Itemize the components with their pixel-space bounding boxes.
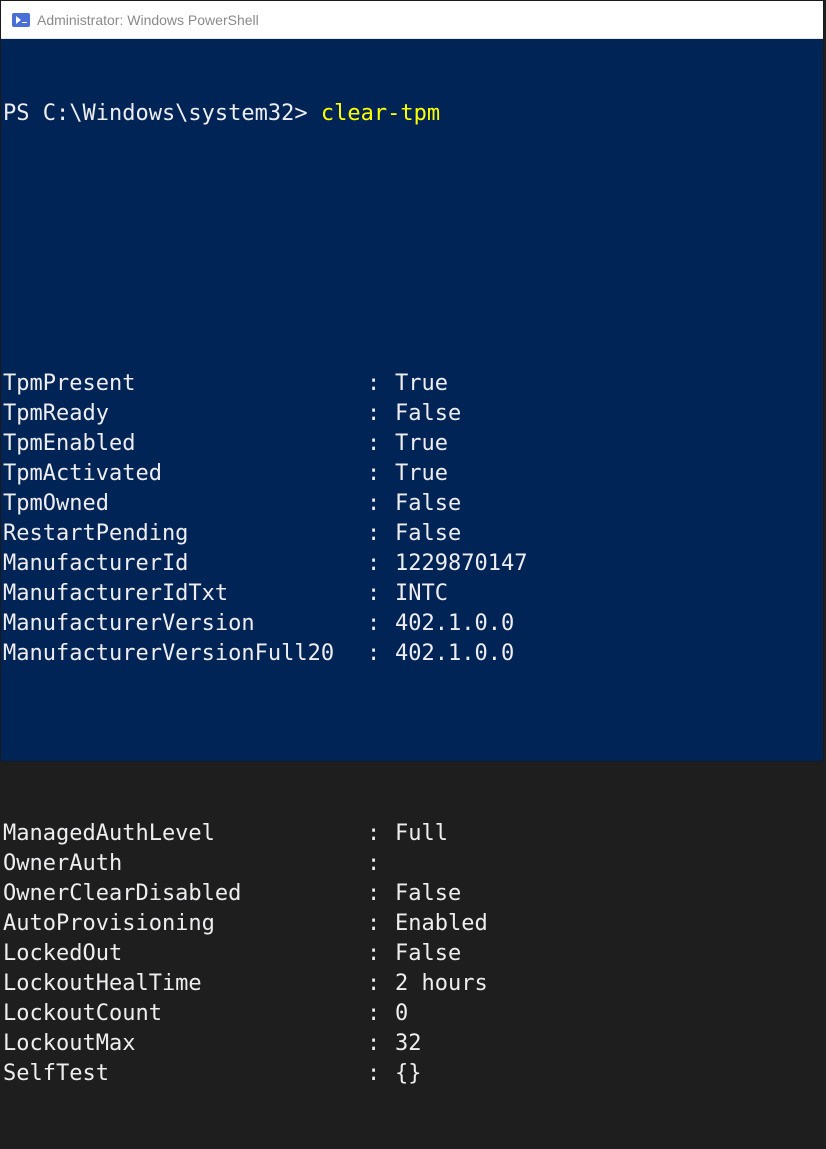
output-group-1: TpmPresent: True TpmReady: False TpmEnable…	[3, 369, 823, 669]
property-value: Full	[395, 821, 448, 846]
property-name: TpmOwned	[3, 491, 109, 516]
property-value: 402.1.0.0	[395, 641, 515, 666]
property-name: OwnerAuth	[3, 851, 123, 876]
property-value: 32	[395, 1031, 422, 1056]
console-output[interactable]: PS C:\Windows\system32> clear-tpm TpmPre…	[1, 39, 823, 1149]
property-separator: :	[367, 941, 394, 966]
property-value: True	[395, 431, 448, 456]
property-separator: :	[367, 881, 394, 906]
property-separator: :	[367, 461, 394, 486]
property-row: LockoutHealTime: 2 hours	[3, 969, 823, 999]
title-bar[interactable]: Administrator: Windows PowerShell	[1, 1, 823, 39]
property-row: LockedOut: False	[3, 939, 823, 969]
property-name: SelfTest	[3, 1061, 109, 1086]
property-separator: :	[367, 641, 394, 666]
output-group-2: ManagedAuthLevel: Full OwnerAuth: OwnerCl…	[3, 819, 823, 1089]
property-separator: :	[367, 551, 394, 576]
property-value: True	[395, 371, 448, 396]
property-value: INTC	[395, 581, 448, 606]
property-name: TpmPresent	[3, 371, 136, 396]
property-row: SelfTest: {}	[3, 1059, 823, 1089]
property-separator: :	[367, 1031, 394, 1056]
property-value: {}	[395, 1061, 422, 1086]
property-name: OwnerClearDisabled	[3, 881, 242, 906]
property-row: ManufacturerId: 1229870147	[3, 549, 823, 579]
property-separator: :	[367, 521, 394, 546]
property-row: TpmPresent: True	[3, 369, 823, 399]
property-row: TpmOwned: False	[3, 489, 823, 519]
property-value: False	[395, 401, 462, 426]
property-row: TpmReady: False	[3, 399, 823, 429]
property-name: ManufacturerId	[3, 551, 189, 576]
window-title: Administrator: Windows PowerShell	[37, 11, 259, 28]
property-name: AutoProvisioning	[3, 911, 215, 936]
property-row: RestartPending: False	[3, 519, 823, 549]
property-value: 1229870147	[395, 551, 528, 576]
property-separator: :	[367, 431, 394, 456]
property-separator: :	[367, 1061, 394, 1086]
property-separator: :	[367, 851, 394, 876]
property-name: LockoutMax	[3, 1031, 136, 1056]
prompt-path: PS C:\Windows\system32>	[3, 101, 321, 126]
property-name: TpmReady	[3, 401, 109, 426]
property-row: OwnerClearDisabled: False	[3, 879, 823, 909]
property-separator: :	[367, 581, 394, 606]
property-separator: :	[367, 1001, 394, 1026]
property-row: TpmActivated: True	[3, 459, 823, 489]
property-value: 0	[395, 1001, 409, 1026]
property-value: Enabled	[395, 911, 488, 936]
property-separator: :	[367, 401, 394, 426]
prompt-line: PS C:\Windows\system32> clear-tpm	[3, 99, 823, 129]
property-separator: :	[367, 911, 394, 936]
property-value: True	[395, 461, 448, 486]
property-name: RestartPending	[3, 521, 189, 546]
property-value: False	[395, 491, 462, 516]
property-row: LockoutMax: 32	[3, 1029, 823, 1059]
property-value: False	[395, 941, 462, 966]
property-separator: :	[367, 821, 394, 846]
property-name: LockoutHealTime	[3, 971, 202, 996]
property-name: LockoutCount	[3, 1001, 162, 1026]
property-name: TpmActivated	[3, 461, 162, 486]
property-value: False	[395, 881, 462, 906]
property-value: False	[395, 521, 462, 546]
property-row: ManufacturerVersion: 402.1.0.0	[3, 609, 823, 639]
property-value: 2 hours	[395, 971, 488, 996]
property-name: ManufacturerIdTxt	[3, 581, 229, 606]
property-row: AutoProvisioning: Enabled	[3, 909, 823, 939]
property-name: TpmEnabled	[3, 431, 136, 456]
property-row: ManagedAuthLevel: Full	[3, 819, 823, 849]
property-name: LockedOut	[3, 941, 123, 966]
property-row: ManufacturerVersionFull20: 402.1.0.0	[3, 639, 823, 669]
property-name: ManufacturerVersion	[3, 611, 255, 636]
property-name: ManufacturerVersionFull20	[3, 641, 335, 666]
property-separator: :	[367, 371, 394, 396]
property-separator: :	[367, 971, 394, 996]
property-value: 402.1.0.0	[395, 611, 515, 636]
property-row: TpmEnabled: True	[3, 429, 823, 459]
property-row: LockoutCount: 0	[3, 999, 823, 1029]
property-separator: :	[367, 491, 394, 516]
powershell-icon	[12, 12, 30, 27]
property-name: ManagedAuthLevel	[3, 821, 215, 846]
powershell-window: Administrator: Windows PowerShell PS C:\…	[0, 0, 824, 1086]
property-row: OwnerAuth:	[3, 849, 823, 879]
command-text: clear-tpm	[320, 101, 441, 126]
property-row: ManufacturerIdTxt: INTC	[3, 579, 823, 609]
property-separator: :	[367, 611, 394, 636]
